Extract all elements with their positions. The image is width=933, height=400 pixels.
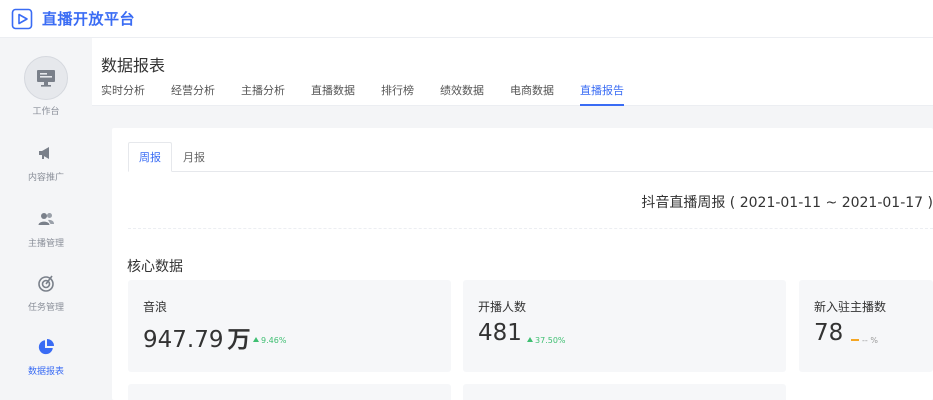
divider — [128, 228, 933, 229]
megaphone-icon — [37, 144, 55, 166]
arrow-up-icon — [527, 337, 533, 342]
tab-business-analysis[interactable]: 经营分析 — [171, 82, 215, 106]
report-title: 抖音直播周报 ( 2021-01-11 ~ 2021-01-17 ) — [641, 195, 933, 211]
top-bar: 直播开放平台 — [0, 0, 933, 38]
metric-value: 78 — [814, 320, 844, 346]
sidebar-item-label: 数据报表 — [27, 367, 64, 377]
tab-live-report[interactable]: 直播报告 — [580, 82, 624, 106]
sidebar-item-data-report[interactable]: 数据报表 — [0, 338, 92, 377]
sidebar-item-content-promotion[interactable]: 内容推广 — [0, 144, 92, 183]
tab-live-data[interactable]: 直播数据 — [311, 82, 355, 106]
sidebar-item-label: 工作台 — [32, 107, 60, 117]
metric-card-placeholder — [463, 384, 786, 400]
flat-trend-icon — [851, 339, 859, 341]
metric-label: 新入驻主播数 — [814, 300, 887, 314]
sidebar-item-workbench[interactable]: 工作台 — [0, 56, 92, 117]
tab-monthly-report[interactable]: 月报 — [172, 142, 216, 171]
metric-card-placeholder — [128, 384, 451, 400]
sidebar-item-anchor-management[interactable]: 主播管理 — [0, 210, 92, 249]
metric-change: 9.46% — [253, 336, 286, 345]
page-header: 数据报表 实时分析 经营分析 主播分析 直播数据 排行榜 绩效数据 电商数据 直… — [92, 38, 933, 106]
report-period-tabs: 周报 月报 — [128, 142, 933, 172]
sidebar-item-label: 主播管理 — [27, 239, 64, 249]
page-title: 数据报表 — [101, 56, 166, 75]
tab-weekly-report[interactable]: 周报 — [128, 142, 172, 172]
metric-label: 开播人数 — [478, 300, 527, 314]
report-panel: 周报 月报 抖音直播周报 ( 2021-01-11 ~ 2021-01-17 )… — [112, 128, 933, 400]
metric-value: 481 — [478, 320, 522, 346]
tab-leaderboard[interactable]: 排行榜 — [381, 82, 414, 106]
play-logo-icon — [10, 7, 34, 31]
tab-anchor-analysis[interactable]: 主播分析 — [241, 82, 285, 106]
metric-value: 947.79 万 — [143, 327, 251, 353]
metric-change: -- % — [851, 336, 878, 345]
arrow-up-icon — [253, 337, 259, 342]
sidebar: 工作台 内容推广 主播管理 任务管理 数据报表 — [0, 38, 92, 400]
sidebar-item-task-management[interactable]: 任务管理 — [0, 274, 92, 313]
main-area: 数据报表 实时分析 经营分析 主播分析 直播数据 排行榜 绩效数据 电商数据 直… — [92, 38, 933, 400]
metric-card-new-anchors: 新入驻主播数 78 -- % — [799, 280, 933, 372]
tab-ecommerce-data[interactable]: 电商数据 — [510, 82, 554, 106]
sidebar-item-label: 任务管理 — [27, 303, 64, 313]
tab-performance-data[interactable]: 绩效数据 — [440, 82, 484, 106]
app-title: 直播开放平台 — [42, 10, 136, 28]
users-icon — [37, 210, 55, 232]
metric-card-sound-waves: 音浪 947.79 万 9.46% — [128, 280, 451, 372]
metric-change: 37.50% — [527, 336, 566, 345]
sidebar-item-label: 内容推广 — [27, 173, 64, 183]
report-nav: 实时分析 经营分析 主播分析 直播数据 排行榜 绩效数据 电商数据 直播报告 — [101, 82, 650, 106]
metric-label: 音浪 — [143, 300, 168, 314]
section-title: 核心数据 — [127, 259, 183, 275]
monitor-icon — [24, 56, 68, 100]
target-icon — [37, 274, 55, 296]
metric-card-live-anchors: 开播人数 481 37.50% — [463, 280, 786, 372]
pie-chart-icon — [37, 338, 55, 360]
tab-realtime-analysis[interactable]: 实时分析 — [101, 82, 145, 106]
